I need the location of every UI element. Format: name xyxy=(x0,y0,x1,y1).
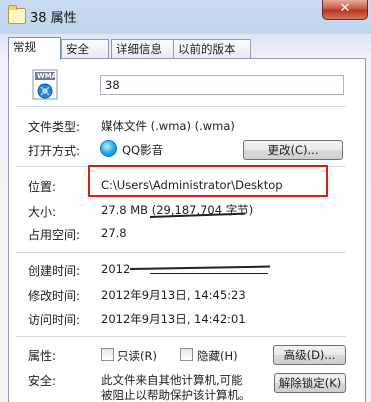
window-title: 38 属性 xyxy=(30,11,77,26)
size-label: 大小: xyxy=(28,205,57,219)
location-label: 位置: xyxy=(28,180,57,194)
accessed-label: 访问时间: xyxy=(28,313,81,327)
unblock-button[interactable]: 解除锁定(K) xyxy=(274,373,346,393)
security-text-line2: 被阻止以帮助保护该计算机。 xyxy=(101,388,251,402)
created-label: 创建时间: xyxy=(28,264,81,278)
scribble-mark xyxy=(150,273,268,274)
title-bar: 38 属性 ✕ xyxy=(0,0,371,34)
hidden-label: 隐藏(H) xyxy=(197,349,238,363)
file-type-label: 文件类型: xyxy=(28,120,81,134)
modified-label: 修改时间: xyxy=(28,289,81,303)
size-on-disk-value: 27.8 xyxy=(101,226,127,240)
size-on-disk-label: 占用空间: xyxy=(28,228,81,242)
tab-details[interactable]: 详细信息 xyxy=(111,39,177,59)
properties-window: 38 属性 ✕ 常规 安全 详细信息 以前的版本 WMA 38 文件类型: 媒体… xyxy=(0,0,371,402)
location-highlight-box xyxy=(88,165,328,197)
accessed-value: 2012年9月13日, 14:42:01 xyxy=(101,312,246,326)
hidden-checkbox[interactable] xyxy=(180,348,193,361)
file-icon-label: WMA xyxy=(37,72,58,80)
readonly-checkbox[interactable] xyxy=(101,348,114,361)
change-button[interactable]: 更改(C)... xyxy=(243,140,343,160)
attributes-label: 属性: xyxy=(28,349,57,363)
folder-icon xyxy=(8,5,26,24)
file-name-input[interactable]: 38 xyxy=(100,75,344,95)
created-value: 2012 xyxy=(101,262,131,276)
security-text-line1: 此文件来自其他计算机,可能 xyxy=(101,373,243,387)
qq-player-icon xyxy=(100,140,117,157)
opens-with-value: QQ影音 xyxy=(122,143,164,157)
security-label: 安全: xyxy=(28,374,57,388)
close-button[interactable]: ✕ xyxy=(322,0,368,20)
divider xyxy=(16,336,346,337)
modified-value: 2012年9月13日, 14:45:23 xyxy=(101,288,246,302)
advanced-button[interactable]: 高级(D)... xyxy=(273,345,346,365)
file-type-value: 媒体文件 (.wma) (.wma) xyxy=(101,119,235,133)
divider xyxy=(16,252,346,253)
tab-security[interactable]: 安全 xyxy=(61,39,109,59)
divider xyxy=(16,106,346,107)
readonly-label: 只读(R) xyxy=(117,349,157,363)
opens-with-label: 打开方式: xyxy=(28,144,81,158)
tab-general[interactable]: 常规 xyxy=(8,37,61,60)
tab-previous-versions[interactable]: 以前的版本 xyxy=(173,39,251,59)
